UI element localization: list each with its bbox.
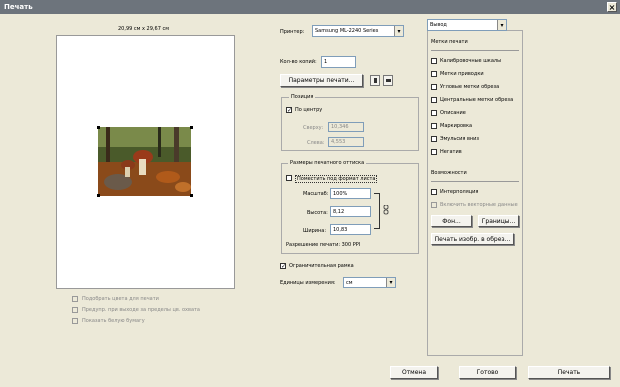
mark-checkbox[interactable]: [431, 58, 437, 64]
resize-handle[interactable]: [190, 126, 193, 129]
functions-title: Возможности: [431, 170, 467, 176]
scale-to-fit-label: Поместить под формат листа: [295, 175, 378, 183]
chevron-down-icon: ▾: [386, 278, 395, 287]
print-size-legend: Размеры печатного оттиска: [288, 160, 367, 166]
scale-label: Масштаб:: [303, 191, 329, 197]
mark-label: Метки приводки: [440, 71, 484, 77]
mark-label: Маркировка: [440, 123, 473, 129]
match-colors-label: Подобрать цвета для печати: [82, 296, 159, 302]
show-paper-white-checkbox[interactable]: [72, 318, 78, 324]
close-icon[interactable]: ×: [607, 2, 617, 12]
paper-size-label: 20,99 см x 29,67 см: [118, 26, 169, 32]
print-resolution: Разрешение печати: 300 PPI: [286, 242, 361, 248]
units-label: Единицы измерения:: [280, 280, 336, 286]
units-select[interactable]: см ▾: [343, 277, 396, 288]
width-label: Ширина:: [303, 228, 327, 234]
chevron-down-icon: ▾: [497, 20, 506, 30]
width-input[interactable]: 10,83: [330, 224, 371, 235]
left-label: Слева:: [307, 140, 325, 146]
chevron-down-icon: ▾: [394, 26, 403, 36]
interpolation-checkbox[interactable]: [431, 189, 437, 195]
mark-label: Эмульсия вниз: [440, 136, 480, 142]
print-marks-title: Метки печати: [431, 39, 468, 45]
units-value: см: [346, 279, 353, 286]
cancel-button[interactable]: Отмена: [390, 366, 438, 379]
bounding-box-checkbox[interactable]: ✓: [280, 263, 286, 270]
output-mode-select[interactable]: Вывод ▾: [427, 19, 507, 31]
mark-label: Калибровочные шкалы: [440, 58, 502, 64]
top-input[interactable]: 10,346: [328, 122, 364, 132]
page-setup-button[interactable]: Параметры печати...: [280, 74, 363, 87]
output-mode-value: Вывод: [430, 22, 447, 28]
show-paper-white-label: Показать белую бумагу: [82, 318, 145, 324]
height-label: Высота:: [307, 210, 328, 216]
height-input[interactable]: 8,12: [330, 206, 371, 217]
copies-label: Кол-во копий:: [280, 59, 317, 65]
portrait-icon[interactable]: [370, 75, 380, 86]
gamut-warning-checkbox[interactable]: [72, 307, 78, 313]
title-bar: Печать ×: [0, 0, 620, 14]
constrain-bracket: [374, 193, 380, 229]
mark-checkbox[interactable]: [431, 136, 437, 142]
mark-checkbox[interactable]: [431, 97, 437, 103]
bleed-button[interactable]: Печать изобр. в обрез...: [431, 233, 514, 245]
match-colors-checkbox[interactable]: [72, 296, 78, 302]
position-legend: Позиция: [289, 94, 316, 100]
mark-label: Центральные метки обреза: [440, 97, 514, 103]
center-image-label: По центру: [295, 107, 323, 113]
scale-to-fit-checkbox[interactable]: [286, 175, 292, 181]
border-button[interactable]: Границы...: [478, 215, 519, 227]
mark-label: Угловые метки обреза: [440, 84, 500, 90]
printer-value: Samsung ML-2240 Series: [315, 28, 379, 34]
mark-label: Описание: [440, 110, 466, 116]
divider: [431, 181, 519, 182]
scale-input[interactable]: 100%: [330, 188, 371, 199]
copies-input[interactable]: 1: [321, 56, 356, 68]
window-title: Печать: [4, 3, 33, 11]
mark-checkbox[interactable]: [431, 123, 437, 129]
center-image-checkbox[interactable]: ✓: [286, 107, 292, 114]
interpolation-label: Интерполяция: [440, 189, 479, 195]
divider: [431, 50, 519, 51]
bounding-box-label: Ограничительная рамка: [289, 263, 354, 269]
printer-label: Принтер:: [280, 29, 305, 35]
done-button[interactable]: Готово: [459, 366, 516, 379]
mark-checkbox[interactable]: [431, 71, 437, 77]
link-icon: [383, 204, 389, 215]
print-dialog: Печать × 20,99 см x 29,67 см Подобрать ц…: [0, 0, 620, 387]
mark-checkbox[interactable]: [431, 149, 437, 155]
resize-handle[interactable]: [190, 194, 193, 197]
landscape-icon[interactable]: [383, 75, 393, 86]
mark-label: Негатив: [440, 149, 462, 155]
gamut-warning-label: Предупр. при выходе за пределы цв. охват…: [82, 307, 200, 313]
left-input[interactable]: 4,553: [328, 137, 364, 147]
top-label: Сверху:: [303, 125, 324, 131]
preview-image[interactable]: [98, 127, 191, 196]
resize-handle[interactable]: [97, 194, 100, 197]
mark-checkbox[interactable]: [431, 110, 437, 116]
vector-data-checkbox[interactable]: [431, 202, 437, 208]
background-button[interactable]: Фон...: [431, 215, 472, 227]
vector-data-label: Включить векторные данные: [440, 202, 518, 208]
mark-checkbox[interactable]: [431, 84, 437, 90]
resize-handle[interactable]: [97, 126, 100, 129]
print-button[interactable]: Печать: [528, 366, 610, 379]
printer-select[interactable]: Samsung ML-2240 Series ▾: [312, 25, 404, 37]
